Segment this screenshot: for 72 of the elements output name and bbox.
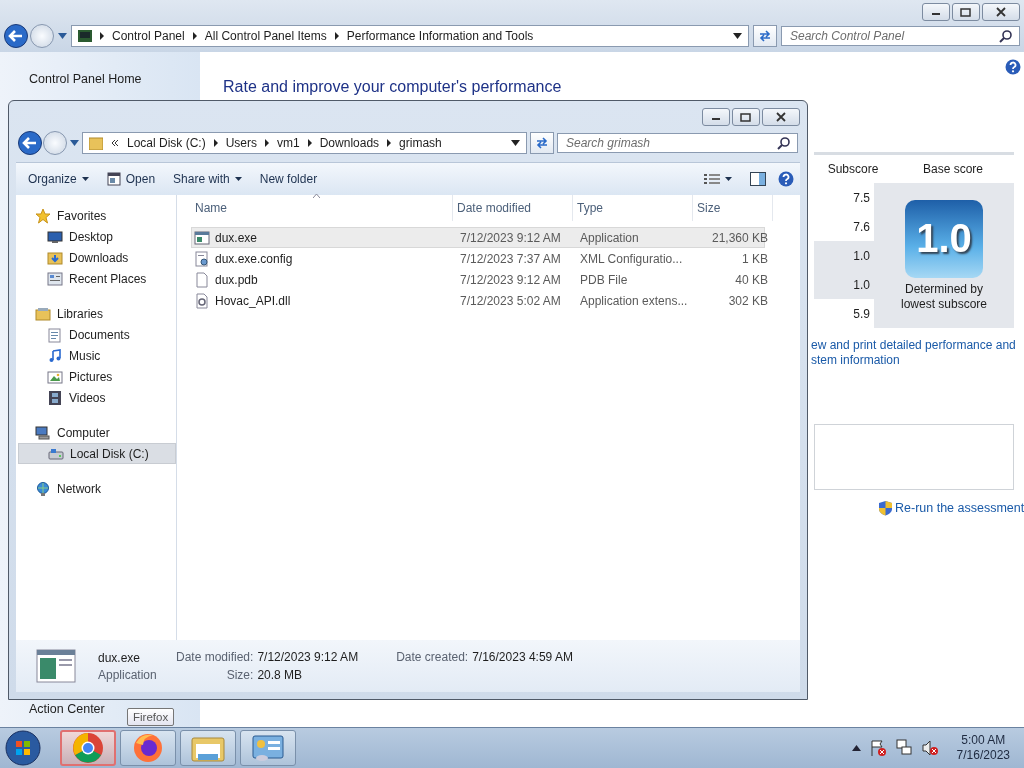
property-value: 20.8 MB	[257, 668, 304, 682]
column-header[interactable]: Name	[191, 195, 453, 221]
toolbar-button[interactable]: New folder	[253, 168, 324, 190]
type-cell-text: Application extens...	[579, 293, 689, 308]
size-cell-text: 302 KB	[727, 293, 769, 308]
column-header[interactable]: Type	[573, 195, 693, 221]
file-type: Application	[98, 667, 154, 682]
nav-item[interactable]: Music	[18, 345, 176, 366]
breadcrumb-item[interactable]: Users	[225, 136, 258, 150]
column-header[interactable]: Size	[693, 195, 773, 221]
nav-group[interactable]: Computer	[18, 422, 176, 443]
subscore-cell-text: 7.5	[852, 189, 871, 207]
nav-item[interactable]: Pictures	[18, 366, 176, 387]
file-name: dux.pdb	[215, 272, 258, 287]
subscore-cell-text: 7.6	[852, 218, 871, 236]
breadcrumb-item[interactable]: Downloads	[319, 136, 380, 150]
search-field[interactable]: Search grimash	[557, 133, 798, 153]
nav-group[interactable]: Network	[18, 478, 176, 499]
date-cell-text: 7/12/2023 5:02 AM	[459, 293, 562, 308]
type-cell-text: PDB File	[579, 272, 629, 287]
type-cell-text: XML Configuratio...	[579, 251, 684, 266]
sidebar-link[interactable]: Control Panel Home	[29, 72, 200, 86]
search-field[interactable]: Search Control Panel	[781, 26, 1020, 46]
breadcrumb-item[interactable]: vm1	[277, 136, 300, 150]
subscore-cell-text: 5.9	[852, 305, 871, 323]
toolbar-button[interactable]: Open	[100, 168, 162, 190]
base-score-badge: 1.0	[905, 199, 983, 278]
file-name: dux.exe	[98, 650, 142, 665]
breadcrumb-item[interactable]: Performance Information and Tools	[346, 29, 534, 43]
nav-item[interactable]: Recent Places	[18, 268, 176, 289]
nav-item[interactable]: Local Disk (C:)	[18, 443, 176, 464]
file-name: Hovac_API.dll	[215, 293, 291, 308]
breadcrumb-item[interactable]: grimash	[399, 136, 442, 150]
nav-group[interactable]: Favorites	[18, 205, 176, 226]
clock[interactable]: 5:00 AM 7/16/2023	[956, 733, 1010, 763]
file-name: dux.exe	[215, 230, 258, 245]
breadcrumb-item[interactable]: Control Panel	[112, 29, 185, 43]
tooltip: Firefox	[127, 708, 175, 726]
breadcrumb-item[interactable]: Local Disk (C:)	[127, 136, 206, 150]
nav-item[interactable]: Documents	[18, 324, 176, 345]
nav-group[interactable]: Libraries	[18, 303, 176, 324]
rerun-link[interactable]: Re-run the assessment	[895, 501, 1024, 515]
file-name: dux.exe.config	[215, 251, 293, 266]
column-header[interactable]: Date modified	[453, 195, 573, 221]
breadcrumb-item[interactable]: All Control Panel Items	[204, 29, 327, 43]
column-header: Subscore	[826, 162, 880, 176]
toolbar-button[interactable]: Share with	[167, 168, 248, 190]
date-cell-text: 7/12/2023 7:37 AM	[459, 251, 562, 266]
property-label: Size:	[225, 668, 254, 682]
date-cell-text: 7/12/2023 9:12 AM	[459, 272, 562, 287]
size-cell-text: 1 KB	[741, 251, 769, 266]
property-label: Date modified:	[176, 650, 254, 664]
date-cell-text: 7/12/2023 9:12 AM	[459, 230, 562, 245]
nav-item[interactable]: Downloads	[18, 247, 176, 268]
toolbar-button[interactable]: Organize	[22, 168, 95, 190]
property-value: 7/16/2023 4:59 AM	[472, 650, 573, 664]
nav-item[interactable]: Desktop	[18, 226, 176, 247]
nav-item[interactable]: Videos	[18, 387, 176, 408]
type-cell-text: Application	[579, 230, 640, 245]
page-heading: Rate and improve your computer's performance	[223, 78, 563, 96]
search-input[interactable]: Search Control Panel	[788, 28, 999, 44]
property-label: Date created:	[396, 650, 469, 664]
details-link[interactable]: ew and print detailed performance and stem information	[811, 338, 1022, 368]
address-bar[interactable]: Local Disk (C:) Users vm1 Downloads grimash	[82, 132, 527, 154]
property-value: 7/12/2023 9:12 AM	[257, 650, 359, 664]
address-bar[interactable]: Control Panel All Control Panel Items Performance Information and Tools	[71, 25, 749, 47]
subscore-cell: 1.0	[814, 241, 874, 270]
search-input[interactable]: Search grimash	[564, 135, 777, 151]
subscore-cell: 1.0	[814, 270, 874, 299]
base-score-note: Determined by lowest subscore	[899, 281, 988, 312]
size-cell-text: 40 KB	[734, 272, 769, 287]
column-header: Base score	[922, 162, 984, 176]
